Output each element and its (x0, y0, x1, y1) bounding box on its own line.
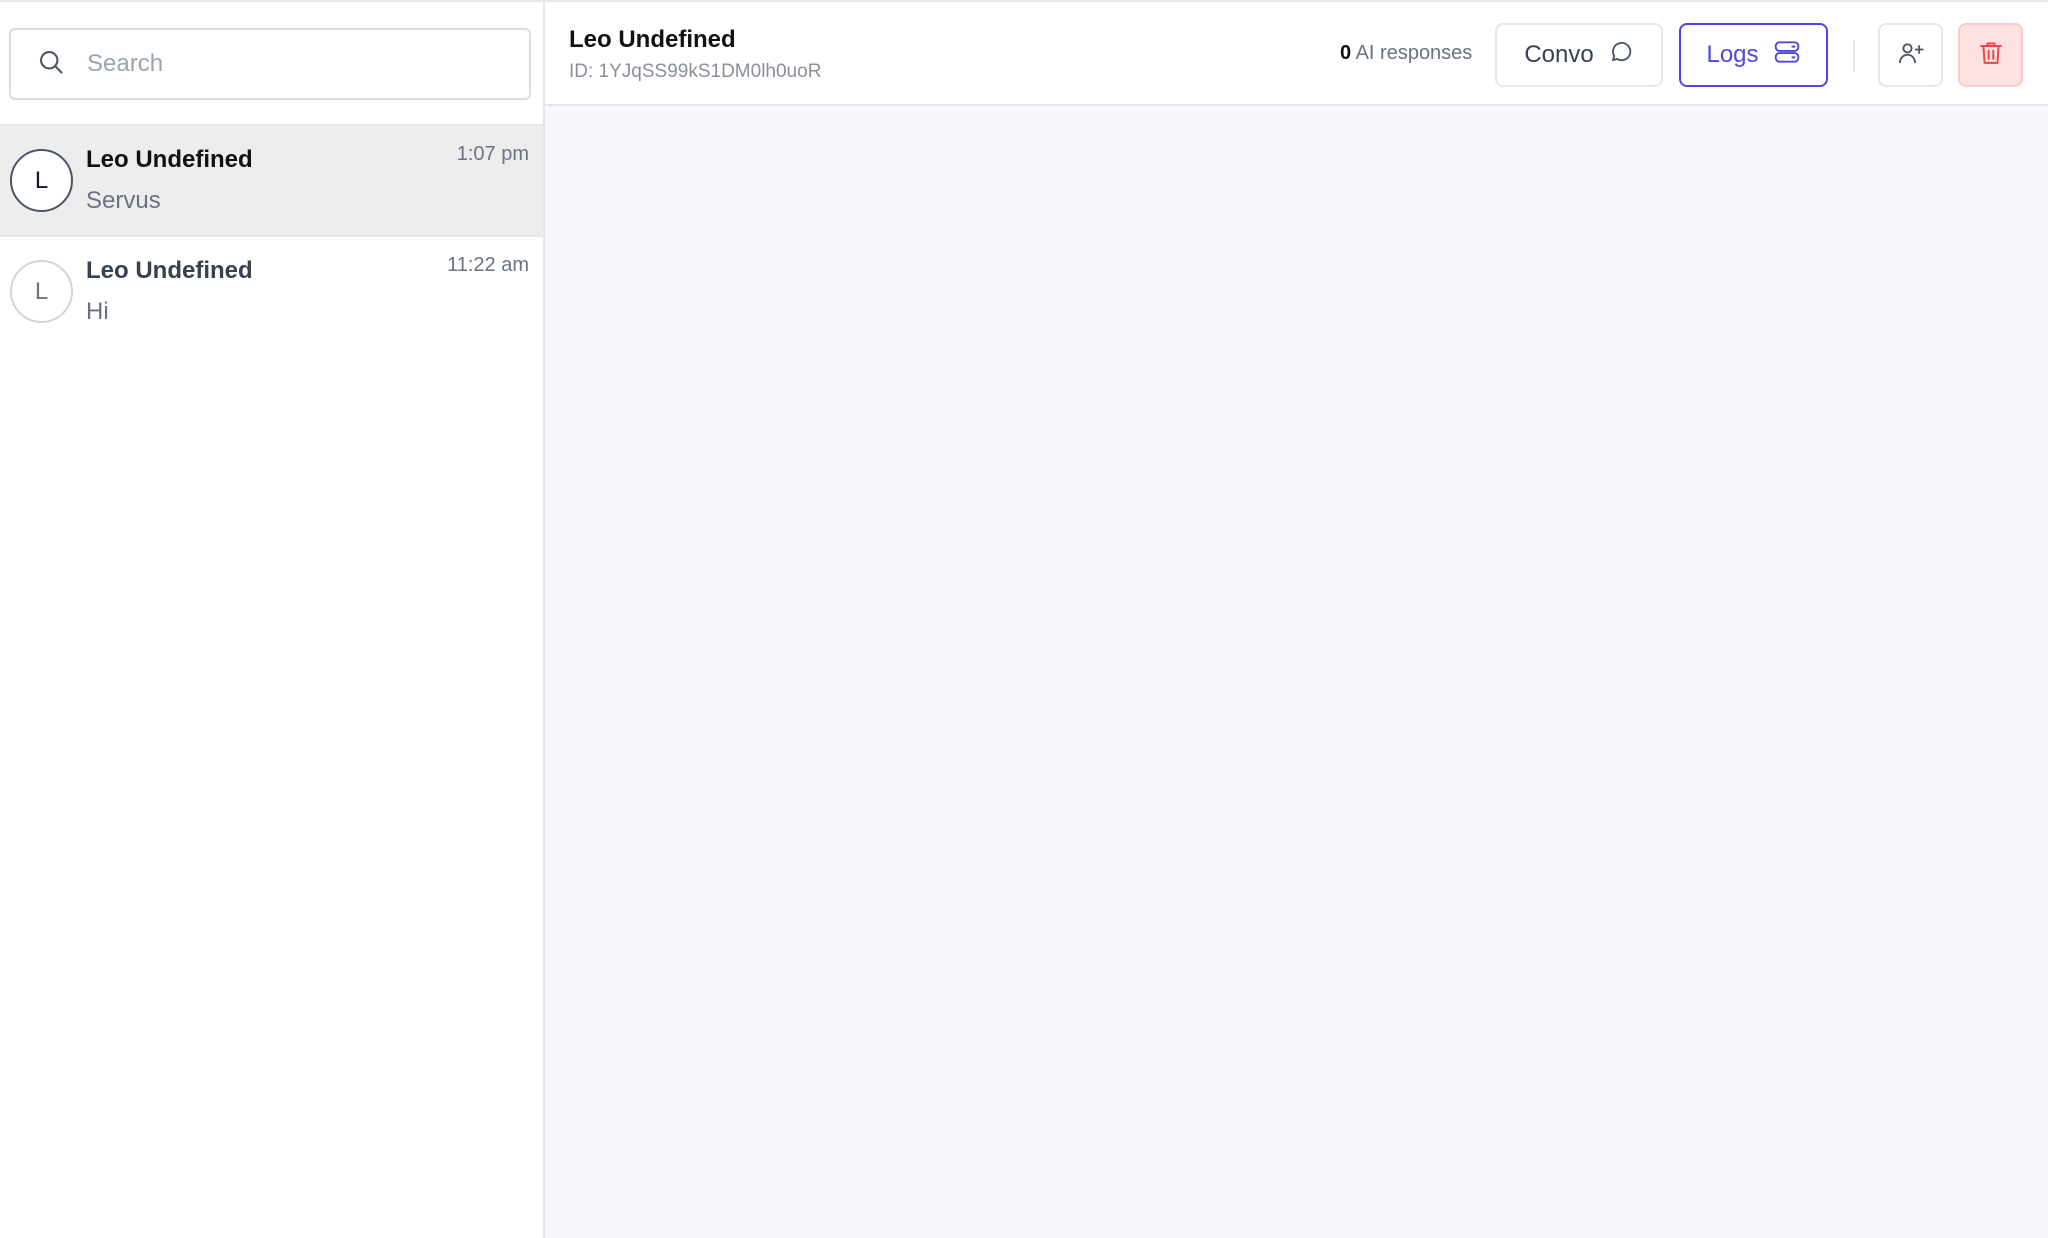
conversation-preview: Servus (86, 187, 161, 214)
logs-button[interactable]: Logs (1679, 23, 1828, 87)
conversation-item[interactable]: L Leo Undefined Servus 1:07 pm (0, 126, 543, 237)
delete-button[interactable] (1958, 23, 2023, 87)
search-icon (37, 48, 65, 81)
logs-button-label: Logs (1706, 41, 1759, 68)
conversation-header: Leo Undefined ID: 1YJqSS99kS1DM0lh0uoR 0… (545, 2, 2048, 106)
avatar: L (10, 260, 73, 323)
app-window: L Leo Undefined Servus 1:07 pm L Leo Und… (0, 0, 2048, 1238)
avatar: L (10, 149, 73, 212)
conversation-time: 1:07 pm (456, 143, 529, 165)
convo-button[interactable]: Convo (1495, 23, 1663, 87)
contact-name: Leo Undefined (569, 26, 736, 53)
conversation-preview: Hi (86, 298, 109, 325)
contact-id: ID: 1YJqSS99kS1DM0lh0uoR (569, 61, 822, 82)
ai-responses-label: AI responses (1355, 42, 1473, 64)
ai-responses-counter: 0 AI responses (1340, 42, 1472, 65)
add-user-button[interactable] (1878, 23, 1943, 87)
database-icon (1773, 39, 1801, 72)
search-container (0, 2, 543, 126)
chat-bubble-icon (1608, 39, 1634, 72)
search-input[interactable] (87, 50, 507, 78)
conversation-content-area (545, 106, 2048, 1238)
conversation-name: Leo Undefined (86, 146, 253, 173)
search-box[interactable] (9, 28, 531, 100)
conversation-time: 11:22 am (447, 254, 529, 276)
conversation-panel: Leo Undefined ID: 1YJqSS99kS1DM0lh0uoR 0… (545, 2, 2048, 1238)
trash-icon (1977, 39, 2005, 72)
conversation-name: Leo Undefined (86, 257, 253, 284)
conversation-sidebar: L Leo Undefined Servus 1:07 pm L Leo Und… (0, 2, 545, 1238)
header-divider (1853, 40, 1855, 72)
conversation-item[interactable]: L Leo Undefined Hi 11:22 am (0, 237, 543, 348)
user-plus-icon (1897, 39, 1925, 72)
convo-button-label: Convo (1524, 41, 1594, 68)
ai-responses-count: 0 (1340, 42, 1352, 64)
